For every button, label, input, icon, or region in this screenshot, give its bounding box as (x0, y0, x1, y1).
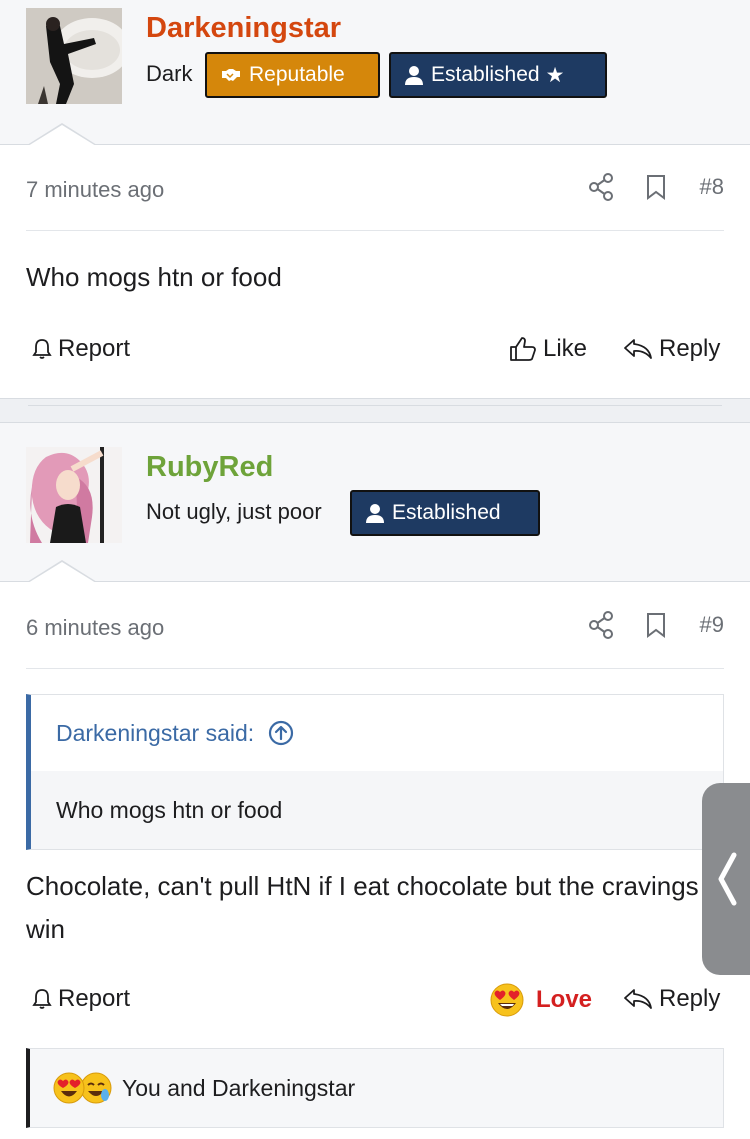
share-icon[interactable] (588, 611, 614, 639)
reply-label: Reply (659, 335, 721, 362)
post-number[interactable]: #9 (700, 612, 724, 638)
user-icon (366, 503, 384, 523)
reply-icon (624, 339, 652, 359)
badge-label: Established (431, 63, 540, 86)
user-title: Dark (146, 61, 193, 86)
avatar[interactable] (26, 8, 122, 104)
badge-label: Established (392, 501, 501, 524)
post-time[interactable]: 7 minutes ago (26, 177, 164, 203)
love-label: Love (536, 986, 593, 1013)
handshake-icon (221, 68, 241, 82)
avatar[interactable] (26, 447, 122, 543)
quote-block: Darkeningstar said: Who mogs htn or food (26, 694, 724, 850)
chevron-left-icon (718, 852, 737, 906)
star-icon: ★ (545, 63, 565, 87)
side-drawer-tab[interactable] (702, 783, 750, 975)
divider (26, 230, 724, 231)
post-9-user-header: RubyRed Not ugly, just poor Established (0, 422, 750, 582)
quote-text: Who mogs htn or food (31, 771, 723, 849)
arrow-pointer-fill (28, 125, 96, 146)
user-icon (405, 65, 423, 85)
bookmark-icon[interactable] (646, 174, 666, 200)
badge-established: Established (350, 490, 540, 536)
report-button[interactable]: Report (32, 985, 130, 1013)
badge-reputable: Reputable (205, 52, 380, 98)
post-meta-actions: #8 (588, 173, 724, 201)
username[interactable]: RubyRed (146, 451, 273, 484)
thumbs-up-icon (510, 337, 536, 361)
post-meta-actions: #9 (588, 611, 724, 639)
divider (26, 668, 724, 669)
reply-button[interactable]: Reply (623, 985, 720, 1013)
reaction-emojis-icon (52, 1071, 112, 1105)
user-title: Not ugly, just poor (146, 499, 322, 524)
bell-icon (32, 339, 52, 359)
love-button[interactable]: Love (490, 983, 592, 1017)
report-button[interactable]: Report (32, 335, 130, 363)
quote-author[interactable]: Darkeningstar said: (56, 720, 254, 747)
report-label: Report (58, 335, 131, 362)
username[interactable]: Darkeningstar (146, 12, 341, 45)
post-separator (0, 399, 750, 422)
post-number[interactable]: #8 (700, 174, 724, 200)
post-time[interactable]: 6 minutes ago (26, 615, 164, 641)
post-8-user-header: Darkeningstar Dark Reputable Established… (0, 0, 750, 145)
post-9-body: 6 minutes ago #9 Darkeningstar said: Who… (0, 582, 750, 1139)
reply-button[interactable]: Reply (623, 335, 720, 363)
share-icon[interactable] (588, 173, 614, 201)
badge-label: Reputable (249, 63, 345, 86)
post-message: Chocolate, can't pull HtN if I eat choco… (26, 871, 699, 944)
bookmark-icon[interactable] (646, 612, 666, 638)
reactions-bar[interactable]: You and Darkeningstar (26, 1048, 724, 1128)
reactions-text[interactable]: You and Darkeningstar (122, 1075, 355, 1102)
post-message: Who mogs htn or food (26, 262, 282, 292)
quote-header[interactable]: Darkeningstar said: (31, 695, 723, 771)
arrow-pointer-fill (28, 562, 96, 583)
like-label: Like (543, 335, 588, 362)
like-button[interactable]: Like (509, 335, 587, 363)
arrow-up-circle-icon[interactable] (268, 720, 294, 746)
reply-label: Reply (659, 985, 721, 1012)
bell-icon (32, 989, 52, 1009)
post-8-body: 7 minutes ago #8 Who mogs htn or food Re… (0, 145, 750, 399)
reply-icon (624, 989, 652, 1009)
badge-established: Established ★ (389, 52, 607, 98)
report-label: Report (58, 985, 131, 1012)
heart-eyes-emoji-icon (490, 983, 524, 1017)
